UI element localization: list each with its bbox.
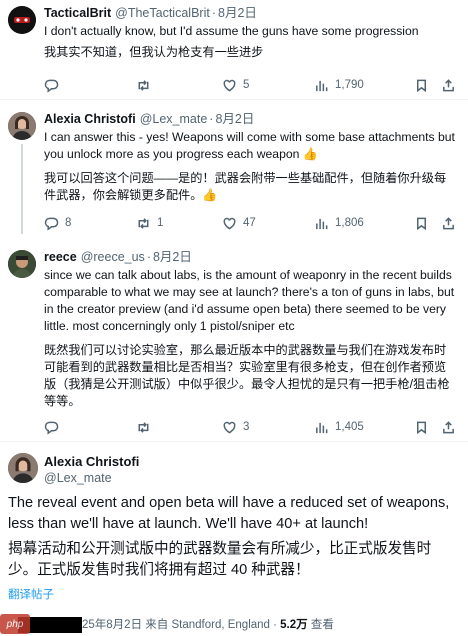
separator-dot: ·: [209, 112, 214, 126]
bookmark-button[interactable]: [414, 214, 429, 232]
translate-post-link[interactable]: 翻译帖子: [8, 586, 54, 602]
tweet-actions: 8 1 47 1,806: [44, 214, 456, 232]
views-icon: [316, 218, 328, 229]
bookmark-button[interactable]: [414, 76, 429, 94]
separator-dot: ·: [146, 250, 151, 264]
separator-dot: ·: [211, 6, 216, 20]
post-time-location[interactable]: 25年8月2日 来自 Standford, England ·: [82, 619, 280, 631]
tweet-meta: 25年8月2日 来自 Standford, England · 5.2万 查看: [18, 616, 334, 633]
avatar[interactable]: [8, 112, 36, 140]
heart-icon: [223, 79, 236, 92]
view-count: 5.2万: [280, 619, 308, 631]
bookmark-button[interactable]: [414, 418, 429, 436]
retweet-icon: [138, 217, 149, 229]
like-button[interactable]: 47: [222, 214, 256, 232]
bookmark-icon: [417, 79, 426, 92]
heart-icon: [223, 421, 236, 434]
retweet-icon: [138, 79, 149, 91]
tweet-text: I don't actually know, but I'd assume th…: [44, 24, 419, 38]
retweet-icon: [138, 421, 149, 433]
views-button[interactable]: 1,790: [314, 76, 364, 94]
tweet-translation: 既然我们可以讨论实验室，那么最近版本中的武器数量与我们在游戏发布时可能看到的武器…: [44, 343, 450, 408]
views-label: 查看: [307, 619, 334, 631]
reply-button[interactable]: [44, 418, 65, 436]
author-name[interactable]: Alexia Christofi: [44, 454, 139, 470]
share-icon: [443, 420, 454, 433]
tweet-date[interactable]: 8月2日: [218, 6, 257, 20]
avatar[interactable]: [8, 6, 36, 34]
heart-icon: [223, 217, 236, 230]
tweet-date[interactable]: 8月2日: [153, 250, 192, 264]
share-button[interactable]: [441, 214, 456, 232]
tweet-translation: 我其实不知道，但我认为枪支有一些进步: [44, 45, 264, 59]
tweet-date[interactable]: 8月2日: [215, 112, 254, 126]
tweet-translation: 我可以回答这个问题——是的！武器会附带一些基础配件，但随着你升级每件武器，你会解…: [44, 171, 447, 202]
bookmark-icon: [417, 217, 426, 230]
like-button[interactable]: 5: [222, 76, 249, 94]
reply-icon: [44, 421, 59, 435]
reply-button[interactable]: 8: [44, 214, 71, 232]
avatar[interactable]: [8, 453, 38, 483]
author-handle[interactable]: @TheTacticalBrit: [115, 6, 210, 20]
tweet-1[interactable]: TacticalBrit @TheTacticalBrit · 8月2日 I don'…: [0, 0, 468, 94]
author-handle[interactable]: @Lex_mate: [44, 470, 139, 486]
reply-icon: [44, 217, 59, 231]
tweet-3[interactable]: reece @reece_us · 8月2日 since we can talk ab…: [0, 238, 468, 442]
retweet-button[interactable]: 1: [136, 214, 163, 232]
reply-icon: [44, 79, 59, 93]
views-icon: [316, 80, 328, 91]
tweet-text: I can answer this - yes! Weapons will co…: [44, 130, 455, 161]
retweet-button[interactable]: [136, 76, 157, 94]
thread-line: [21, 144, 23, 234]
reply-button[interactable]: [44, 76, 65, 94]
avatar[interactable]: [8, 250, 36, 278]
tweet-actions: 5 1,790: [44, 76, 456, 94]
share-button[interactable]: [441, 76, 456, 94]
like-button[interactable]: 3: [222, 418, 249, 436]
share-icon: [443, 78, 454, 91]
views-button[interactable]: 1,806: [314, 214, 364, 232]
views-icon: [316, 422, 328, 433]
author-name[interactable]: TacticalBrit: [44, 6, 111, 20]
share-button[interactable]: [441, 418, 456, 436]
author-handle[interactable]: @reece_us: [81, 250, 145, 264]
author-handle[interactable]: @Lex_mate: [140, 112, 208, 126]
share-icon: [443, 216, 454, 229]
retweet-button[interactable]: [136, 418, 157, 436]
watermark-logo: php: [0, 614, 30, 634]
views-button[interactable]: 1,405: [314, 418, 364, 436]
author-name[interactable]: reece: [44, 250, 77, 264]
author-name[interactable]: Alexia Christofi: [44, 112, 136, 126]
tweet-2[interactable]: Alexia Christofi @Lex_mate · 8月2日 I can ans…: [0, 100, 468, 238]
tweet-translation: 揭幕活动和公开测试版中的武器数量会有所减少，比正式版发售时少。正式版发售时我们将…: [8, 541, 432, 578]
main-tweet: Alexia Christofi @Lex_mate The reveal ev…: [0, 442, 468, 636]
tweet-actions: 3 1,405: [44, 418, 456, 436]
bookmark-icon: [417, 421, 426, 434]
tweet-text: The reveal event and open beta will have…: [8, 495, 450, 532]
tweet-text: since we can talk about labs, is the amo…: [44, 268, 455, 333]
